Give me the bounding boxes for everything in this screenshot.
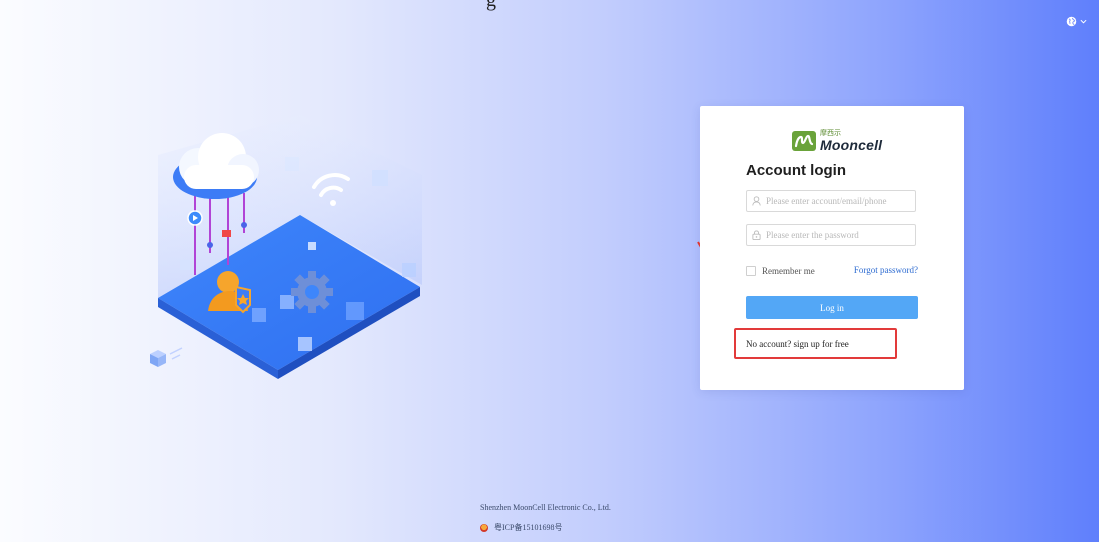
remember-me[interactable]: Remember me: [746, 266, 815, 276]
signup-highlight-box: No account? sign up for free: [734, 328, 897, 359]
page-footer: Shenzhen MoonCell Electronic Co., Ltd. 粤…: [480, 503, 611, 533]
mooncell-logo-icon: [792, 131, 816, 151]
login-title: Account login: [746, 162, 846, 179]
login-card: 摩西示 Mooncell Account login Remember me: [700, 106, 964, 390]
brand-logo: 摩西示 Mooncell: [792, 130, 882, 152]
cloud-platform-illustration: [150, 115, 422, 379]
brand-name: Mooncell: [820, 137, 883, 153]
user-icon: [752, 196, 761, 206]
account-field[interactable]: [746, 190, 916, 212]
login-button[interactable]: Log in: [746, 296, 918, 319]
account-input[interactable]: [766, 196, 906, 206]
icp-record[interactable]: 粤ICP备15101698号: [480, 522, 611, 533]
remember-checkbox[interactable]: [746, 266, 756, 276]
signup-link[interactable]: No account? sign up for free: [746, 339, 849, 349]
remember-label: Remember me: [762, 266, 815, 276]
globe-icon: [1066, 16, 1077, 27]
chevron-down-icon: [1080, 19, 1087, 24]
police-badge-icon: [480, 523, 488, 532]
icp-number[interactable]: 粤ICP备15101698号: [494, 522, 562, 533]
forgot-password-link[interactable]: Forgot password?: [854, 265, 918, 275]
brand-chinese-name: 摩西示: [820, 130, 841, 137]
document-title-fragment: g: [486, 0, 496, 11]
login-page: g 摩西示 Mooncell Account login Please ente…: [0, 0, 1099, 542]
company-name: Shenzhen MoonCell Electronic Co., Ltd.: [480, 503, 611, 512]
password-field[interactable]: [746, 224, 916, 246]
password-input[interactable]: [766, 230, 906, 240]
lock-icon: [752, 230, 761, 240]
language-switcher[interactable]: [1066, 16, 1087, 27]
